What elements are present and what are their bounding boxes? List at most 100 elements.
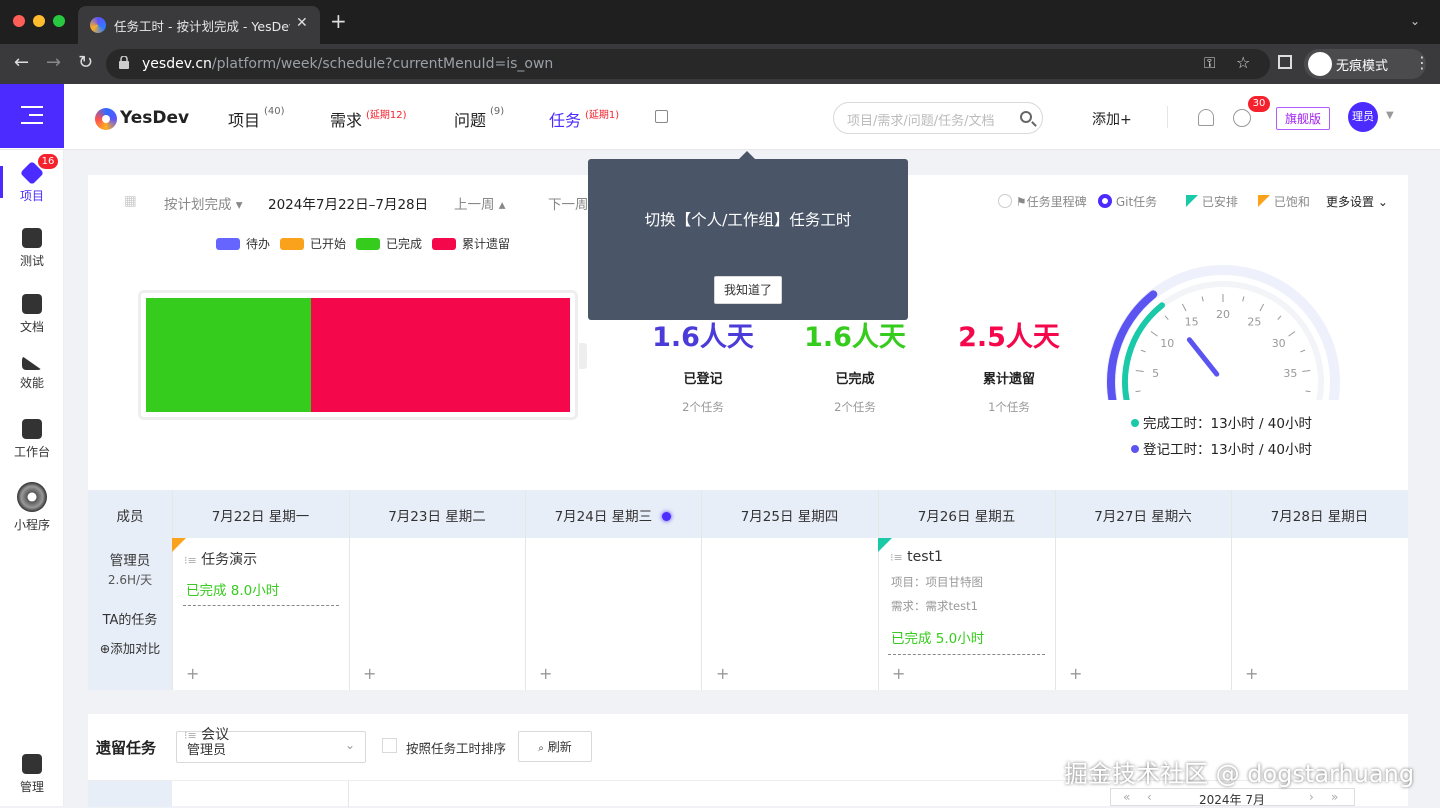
sidebar-item-workbench[interactable]: 工作台 bbox=[0, 419, 64, 460]
gauge-tick-label: 25 bbox=[1247, 316, 1261, 329]
back-icon[interactable]: ← bbox=[14, 54, 29, 72]
leftover-task-title[interactable]: ⁝≡ 会议 bbox=[184, 724, 229, 744]
browser-tabbar: 任务工时 - 按计划完成 - YesDev ✕ + ⌄ bbox=[0, 0, 1440, 44]
add-button[interactable]: 添加+ bbox=[1092, 109, 1132, 129]
prev-year-icon[interactable]: « bbox=[1123, 790, 1130, 804]
got-it-button[interactable]: 我知道了 bbox=[714, 276, 782, 304]
next-month-icon[interactable]: › bbox=[1309, 790, 1314, 804]
next-week-button[interactable]: 下一周 bbox=[548, 193, 589, 213]
bookmark-star-icon[interactable]: ☆ bbox=[1236, 53, 1250, 72]
menu-toggle-button[interactable] bbox=[0, 84, 64, 148]
watermark: 掘金技术社区 @ dogstarhuang bbox=[1064, 760, 1415, 788]
search-icon[interactable] bbox=[1020, 111, 1032, 123]
drag-handle-icon[interactable]: ⁝≡ bbox=[890, 551, 903, 564]
nav-tasks[interactable]: 任务 (延期1) bbox=[549, 107, 619, 131]
close-window-button[interactable] bbox=[13, 15, 25, 27]
calendar-icon[interactable]: ▦ bbox=[124, 193, 137, 209]
nav-issues[interactable]: 问题 (9) bbox=[454, 106, 504, 131]
app-header: YesDev 项目 (40) 需求 (延期12) 问题 (9) 任务 (延期1) 项目/… bbox=[0, 84, 1440, 150]
tab-close-icon[interactable]: ✕ bbox=[296, 15, 308, 31]
gauge-tick bbox=[1135, 370, 1144, 373]
prev-week-button[interactable]: 上一周 ▴ bbox=[454, 193, 506, 213]
add-task-button[interactable]: + bbox=[716, 664, 729, 683]
tab-search-chevron-icon[interactable]: ⌄ bbox=[1410, 14, 1420, 28]
add-task-button[interactable]: + bbox=[539, 664, 552, 683]
avatar[interactable]: 理员 bbox=[1348, 102, 1378, 132]
task-card-title[interactable]: ⁝≡ test1 bbox=[890, 549, 943, 565]
gauge-tick-label: 40 bbox=[1280, 399, 1294, 400]
task-status: 已完成 8.0小时 bbox=[186, 583, 280, 599]
browser-menu-icon[interactable]: ⋮ bbox=[1414, 53, 1430, 72]
stat-registered: 1.6人天 已登记 2个任务 bbox=[652, 322, 754, 414]
drag-handle-icon[interactable]: ⁝≡ bbox=[184, 729, 197, 742]
test-icon bbox=[22, 228, 42, 248]
bell-icon[interactable] bbox=[1198, 109, 1214, 126]
member-column-header: 成员 bbox=[116, 509, 144, 525]
refresh-button[interactable]: ⌕ 刷新 bbox=[518, 731, 592, 762]
task-card-title[interactable]: ⁝≡ 任务演示 bbox=[184, 549, 257, 569]
drag-handle-icon[interactable]: ⁝≡ bbox=[184, 554, 197, 567]
sidebar-item-docs[interactable]: 文档 bbox=[0, 294, 64, 335]
gauge-tick bbox=[1277, 315, 1282, 320]
add-task-button[interactable]: + bbox=[1245, 664, 1258, 683]
browser-address-bar: ← → ↻ yesdev.cn/platform/week/schedule?c… bbox=[0, 44, 1440, 84]
maximize-window-button[interactable] bbox=[53, 15, 65, 27]
tooltip-message: 切换【个人/工作组】任务工时 bbox=[644, 211, 852, 229]
divider bbox=[1167, 106, 1168, 128]
sidebar-item-admin[interactable]: 管理 bbox=[0, 754, 64, 795]
url-field[interactable]: yesdev.cn/platform/week/schedule?current… bbox=[106, 49, 1270, 79]
legend-started: 已开始 bbox=[280, 235, 346, 252]
sidebar-item-efficiency[interactable]: 效能 bbox=[0, 356, 64, 391]
prev-month-icon[interactable]: ‹ bbox=[1147, 790, 1152, 804]
edition-badge[interactable]: 旗舰版 bbox=[1276, 107, 1331, 130]
stat-leftover: 2.5人天 累计遗留 1个任务 bbox=[958, 322, 1060, 414]
browser-tab[interactable]: 任务工时 - 按计划完成 - YesDev ✕ bbox=[78, 6, 320, 44]
sidebar-item-projects[interactable]: 项目 bbox=[0, 160, 64, 204]
forward-icon[interactable]: → bbox=[46, 54, 61, 72]
gauge-tick bbox=[1242, 296, 1245, 302]
gauge-tick bbox=[1150, 331, 1158, 337]
nav-projects[interactable]: 项目 (40) bbox=[228, 106, 285, 131]
plan-filter-dropdown[interactable]: 按计划完成 ▾ bbox=[164, 193, 243, 213]
legend-done: 已完成 bbox=[356, 235, 422, 252]
key-icon[interactable]: ⚿ bbox=[1204, 54, 1215, 72]
member-rate: 2.6H/天 bbox=[107, 573, 153, 587]
add-task-button[interactable]: + bbox=[1069, 664, 1082, 683]
clock-icon[interactable] bbox=[1233, 109, 1251, 127]
sidebar-item-miniprogram[interactable]: 小程序 bbox=[0, 482, 64, 533]
git-task-toggle[interactable]: Git任务 bbox=[1098, 193, 1157, 210]
gauge-tick-label: 15 bbox=[1185, 316, 1199, 329]
member-column: 管理员 2.6H/天 TA的任务 ⊕添加对比 bbox=[88, 538, 172, 690]
add-compare-button[interactable]: ⊕添加对比 bbox=[88, 638, 172, 657]
week-range: 2024年7月22日–7月28日 bbox=[268, 197, 429, 213]
add-task-button[interactable]: + bbox=[363, 664, 376, 683]
day-header: 7月23日 星期二 bbox=[388, 509, 486, 525]
gauge-tick-label: 30 bbox=[1272, 337, 1286, 350]
legend-leftover: 累计遗留 bbox=[432, 235, 510, 252]
reload-icon[interactable]: ↻ bbox=[78, 54, 93, 72]
add-task-button[interactable]: + bbox=[186, 664, 199, 683]
sort-by-hours-label[interactable]: 按照任务工时排序 bbox=[406, 738, 506, 757]
gauge-legend-complete: 完成工时：13小时 / 40小时 bbox=[1131, 412, 1312, 432]
gauge-tick bbox=[1300, 349, 1306, 353]
chevron-down-icon[interactable]: ▼ bbox=[1386, 110, 1394, 121]
more-settings-dropdown[interactable]: 更多设置 ⌄ bbox=[1326, 193, 1388, 210]
next-year-icon[interactable]: » bbox=[1331, 790, 1338, 804]
global-search-input[interactable]: 项目/需求/问题/任务/文档 bbox=[833, 102, 1043, 134]
sidebar-item-testing[interactable]: 测试 bbox=[0, 228, 64, 269]
search-icon: ⌕ bbox=[538, 743, 544, 754]
gauge-tick bbox=[1164, 315, 1169, 320]
add-task-button[interactable]: + bbox=[892, 664, 905, 683]
new-tab-button[interactable]: + bbox=[330, 11, 347, 31]
milestone-toggle[interactable]: ⚑任务里程碑 bbox=[998, 193, 1087, 210]
incognito-indicator[interactable]: 无痕模式 bbox=[1304, 49, 1426, 79]
divider bbox=[183, 605, 339, 606]
export-icon[interactable] bbox=[655, 110, 668, 123]
member-tasks-link[interactable]: TA的任务 bbox=[88, 609, 172, 628]
member-name[interactable]: 管理员 bbox=[88, 549, 172, 569]
nav-requirements[interactable]: 需求 (延期12) bbox=[330, 107, 407, 131]
sort-by-hours-checkbox[interactable] bbox=[382, 738, 397, 753]
minimize-window-button[interactable] bbox=[33, 15, 45, 27]
chevron-down-icon: ⌄ bbox=[344, 738, 355, 752]
side-panel-icon[interactable] bbox=[1278, 55, 1292, 69]
